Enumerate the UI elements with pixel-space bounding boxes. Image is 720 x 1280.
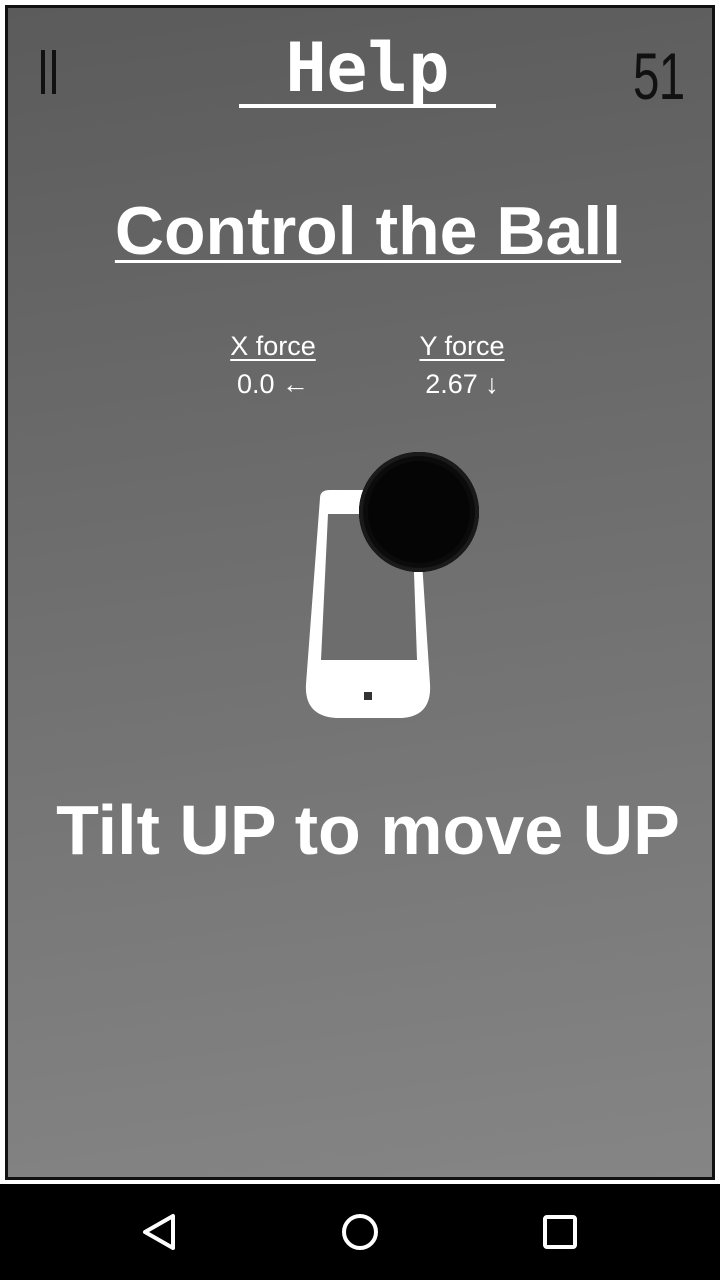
y-force-readout: Y force 2.67 ↓ [372,328,552,404]
android-nav-bar [0,1184,720,1280]
y-force-label: Y force [419,331,505,361]
y-force-value: 2.67 ↓ [425,369,499,399]
home-circle-icon [342,1214,378,1250]
x-force-readout: X force 0.0 ← [183,328,363,404]
x-force-label: X force [230,331,316,361]
ball[interactable] [359,452,479,572]
recents-square-icon [543,1215,577,1249]
page-title: Help [239,30,496,108]
score-counter: 51 [632,39,685,113]
home-button[interactable] [300,1184,420,1280]
instruction-text: Tilt UP to move UP [56,791,680,869]
back-button[interactable] [100,1184,220,1280]
x-force-value: 0.0 ← [236,369,310,399]
game-frame: Help 51 Control the Ball X force 0.0 ← Y… [5,5,715,1180]
section-title-text: Control the Ball [114,193,622,269]
pause-bar-right [52,50,56,94]
recents-button[interactable] [500,1184,620,1280]
section-title: Control the Ball [8,192,720,270]
back-triangle-icon [143,1214,175,1250]
app-screen: Help 51 Control the Ball X force 0.0 ← Y… [0,0,720,1184]
pause-icon[interactable] [38,48,60,98]
pause-bar-left [41,50,45,94]
